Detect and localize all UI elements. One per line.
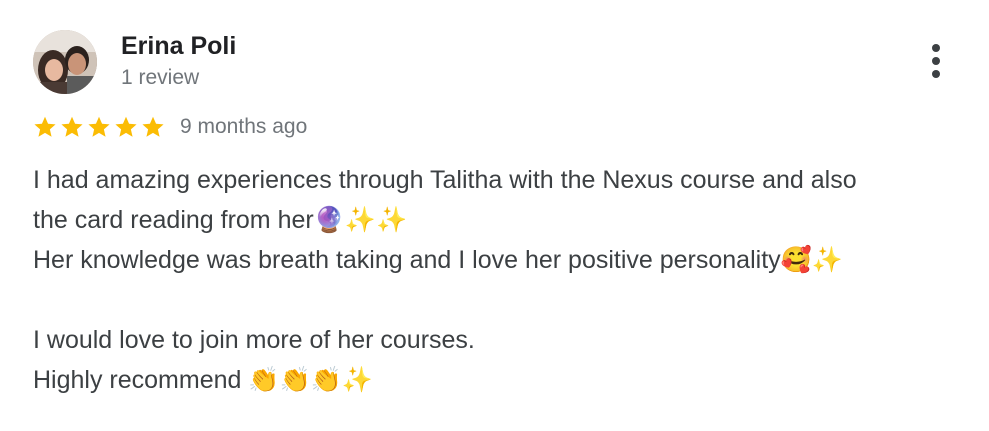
review-text-line bbox=[33, 280, 963, 320]
star-icon bbox=[61, 116, 83, 137]
more-vert-icon bbox=[932, 44, 940, 52]
star-icon bbox=[34, 116, 56, 137]
rating-row: 9 months ago bbox=[33, 112, 307, 142]
review-text-line: the card reading from her🔮✨✨ bbox=[33, 206, 408, 234]
avatar-photo bbox=[33, 30, 97, 94]
more-options-button[interactable] bbox=[916, 40, 956, 82]
star-icon bbox=[88, 116, 110, 137]
review-count[interactable]: 1 review bbox=[121, 64, 199, 92]
review-text-line: Her knowledge was breath taking and I lo… bbox=[33, 246, 843, 274]
more-vert-icon-dot bbox=[932, 70, 940, 78]
star-icon bbox=[115, 116, 137, 137]
star-icon bbox=[142, 116, 164, 137]
review-time: 9 months ago bbox=[180, 115, 308, 138]
more-vert-icon-dot bbox=[932, 57, 940, 65]
review-text-line: Highly recommend 👏👏👏✨ bbox=[33, 366, 373, 394]
review-text-line: I had amazing experiences through Talith… bbox=[33, 166, 857, 194]
reviewer-name[interactable]: Erina Poli bbox=[121, 30, 236, 62]
star-rating bbox=[33, 115, 165, 139]
avatar[interactable] bbox=[33, 30, 97, 94]
review-card: Erina Poli 1 review 9 months ago I had a… bbox=[0, 0, 989, 431]
review-text: I had amazing experiences through Talith… bbox=[33, 160, 963, 400]
review-text-line: I would love to join more of her courses… bbox=[33, 326, 475, 354]
